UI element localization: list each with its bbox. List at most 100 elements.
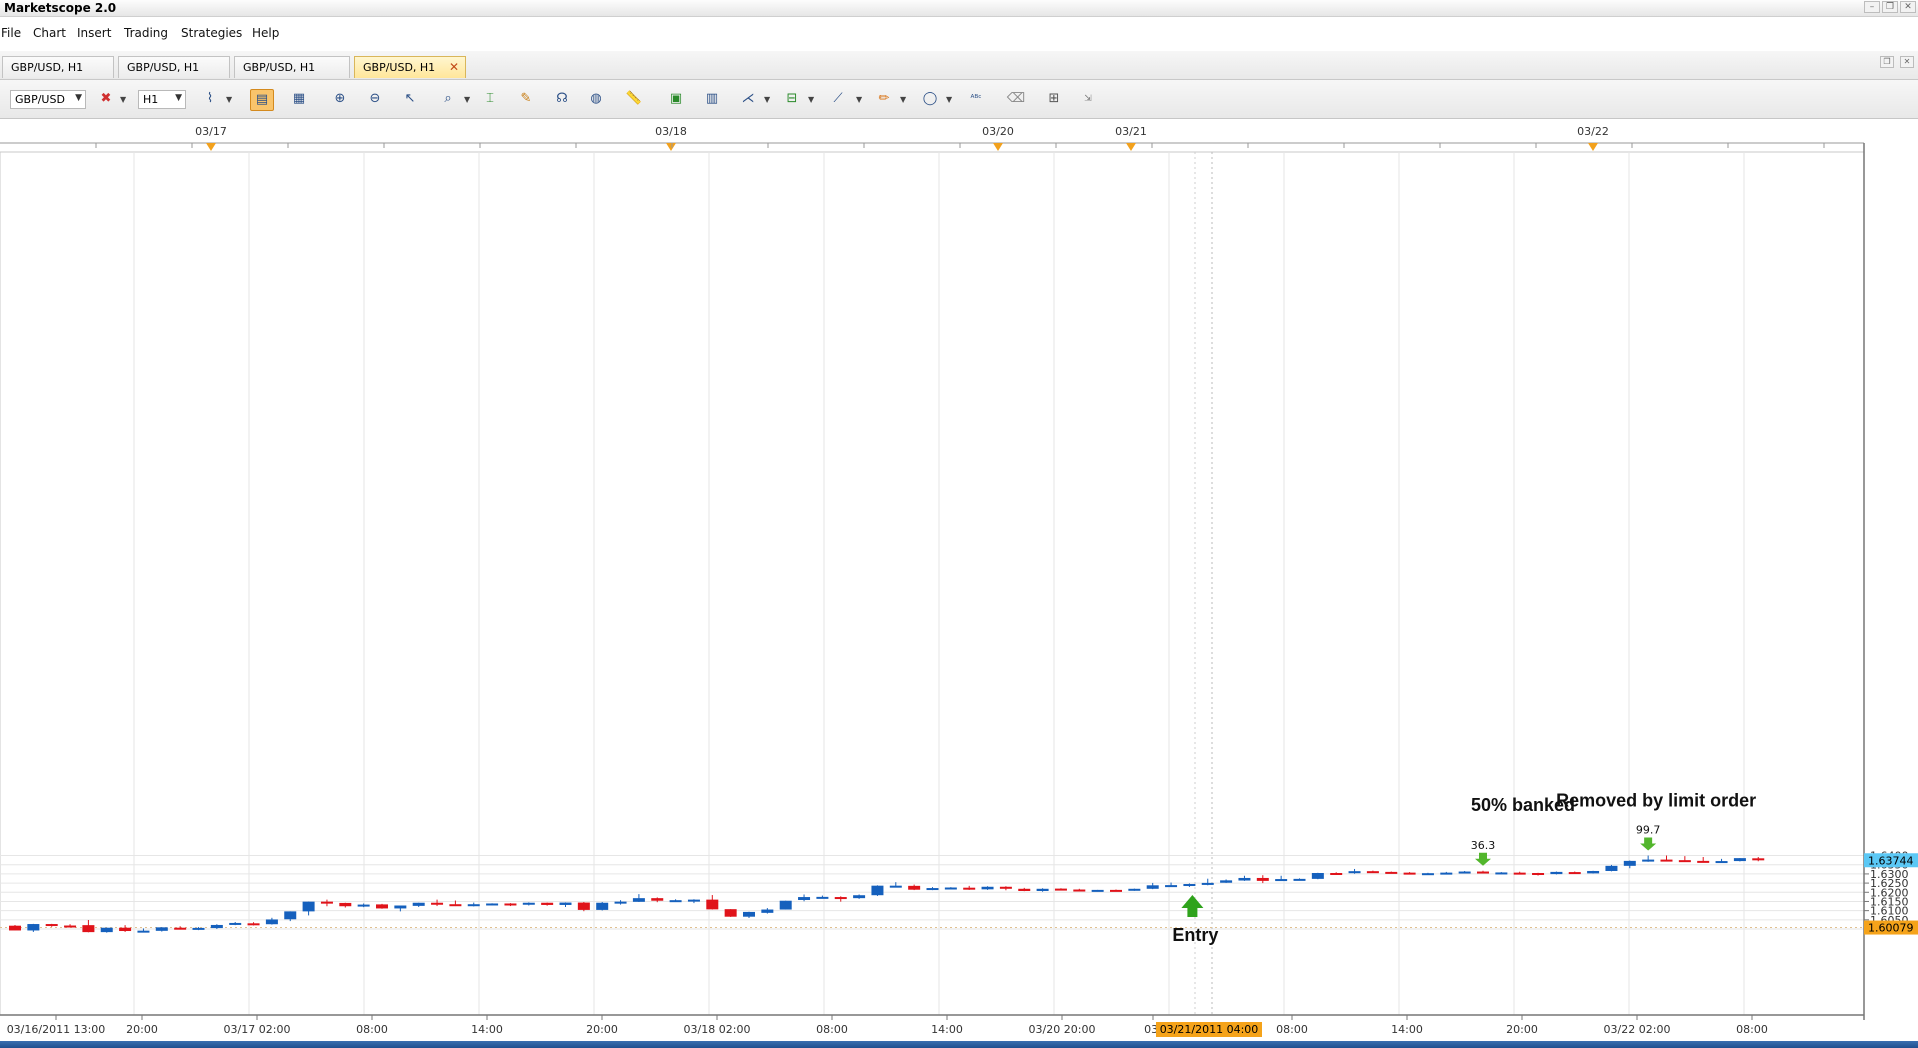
candle-body	[1311, 873, 1324, 879]
plot-area	[0, 151, 1865, 1016]
time-axis-label: 20:00	[1506, 1023, 1538, 1036]
candle-body	[1458, 871, 1471, 874]
time-cursor-label: 03/21/2011 04:00	[1160, 1023, 1259, 1036]
candle-body	[1715, 861, 1728, 864]
candle-body	[27, 924, 40, 931]
candle-body	[431, 902, 444, 905]
candle-body	[926, 888, 939, 891]
candle-body	[761, 909, 774, 913]
candle-body	[100, 927, 113, 933]
candle-body	[834, 897, 847, 900]
candle-body	[486, 903, 499, 906]
candle-body	[1513, 872, 1526, 875]
candle-body	[1110, 889, 1122, 892]
candle-body	[999, 886, 1012, 889]
time-axis-label: 14:00	[1391, 1023, 1423, 1036]
candle-body	[357, 904, 370, 907]
time-axis-label: 20:00	[126, 1023, 158, 1036]
candle-body	[1220, 880, 1233, 883]
candle-body	[853, 895, 866, 899]
candle-body	[82, 925, 95, 933]
marker-price-label: 1.60079	[1868, 922, 1914, 935]
candle-body	[1532, 873, 1545, 876]
candle-body	[1568, 872, 1581, 875]
candle-body	[1678, 860, 1691, 863]
candle-body	[981, 886, 994, 890]
time-axis-label: 08:00	[1736, 1023, 1768, 1036]
candle-body	[651, 898, 664, 901]
candle-body	[944, 887, 957, 890]
time-axis-label: 08:00	[816, 1023, 848, 1036]
time-axis-label: 14:00	[931, 1023, 963, 1036]
candle-body	[210, 924, 223, 929]
time-axis-label: 03/18 02:00	[684, 1023, 751, 1036]
candle-body	[412, 902, 425, 906]
candle-body	[1275, 879, 1288, 882]
time-axis-label: 08:00	[356, 1023, 388, 1036]
candle-body	[1440, 872, 1453, 875]
candle-body	[963, 887, 976, 890]
candle-body	[1348, 871, 1361, 874]
candle-body	[449, 904, 462, 907]
candle-body	[1495, 872, 1508, 875]
candle-body	[1660, 859, 1673, 862]
candle-body	[1421, 873, 1434, 876]
candle-body	[1733, 858, 1746, 862]
candle-body	[908, 885, 921, 890]
candle-body	[743, 911, 755, 917]
candle-body	[394, 905, 407, 909]
candle-body	[559, 902, 572, 905]
candle-body	[1091, 889, 1104, 892]
candle-body	[1128, 888, 1141, 891]
candle-body	[504, 903, 517, 906]
candle-body	[596, 902, 609, 910]
candle-body	[1385, 871, 1398, 874]
annotation-entry: Entry	[1172, 925, 1218, 945]
time-axis-label: 08:00	[1276, 1023, 1308, 1036]
candle-body	[9, 925, 21, 931]
candle-body	[1146, 885, 1159, 889]
candle-body	[1605, 865, 1618, 871]
candle-body	[1054, 888, 1067, 891]
candle-body	[632, 898, 645, 902]
candle-body	[1330, 873, 1343, 876]
candle-body	[284, 911, 297, 920]
ruler-date-label: 03/22	[1577, 125, 1609, 138]
candle-body	[64, 925, 77, 928]
candle-body	[1073, 889, 1086, 892]
candle-body	[1293, 878, 1306, 881]
candle-body	[467, 904, 480, 907]
candle-body	[137, 930, 150, 933]
candle-body	[1366, 871, 1379, 874]
candle-body	[1201, 882, 1214, 885]
candle-body	[687, 899, 700, 902]
candle-body	[522, 902, 535, 905]
candle-body	[1165, 885, 1178, 888]
candle-body	[779, 900, 792, 910]
candle-body	[320, 901, 333, 904]
candle-body	[1752, 858, 1765, 861]
candle-body	[1623, 860, 1636, 866]
candle-body	[265, 919, 278, 925]
candle-body	[724, 909, 737, 917]
candle-body	[174, 927, 187, 930]
time-axis-label: 03/17 02:00	[224, 1023, 291, 1036]
candle-body	[229, 922, 242, 925]
candle-body	[302, 901, 315, 912]
annotation-pips: 36.3	[1471, 839, 1496, 852]
candle-body	[1477, 871, 1489, 874]
candle-body	[669, 900, 682, 903]
candle-body	[247, 923, 260, 926]
candle-body	[706, 899, 719, 910]
candle-body	[798, 897, 811, 900]
candle-body	[1256, 877, 1269, 881]
ruler-date-label: 03/17	[195, 125, 227, 138]
time-axis-label: 14:00	[471, 1023, 503, 1036]
candle-body	[339, 902, 352, 907]
annotation-label: Removed by limit order	[1556, 791, 1756, 811]
time-axis-label: 03/22 02:00	[1604, 1023, 1671, 1036]
candle-body	[1550, 871, 1563, 875]
candle-body	[1642, 859, 1655, 862]
candle-body	[577, 902, 590, 910]
price-chart[interactable]: 03/1703/1803/2003/2103/221.60001.60501.6…	[0, 0, 1918, 1041]
